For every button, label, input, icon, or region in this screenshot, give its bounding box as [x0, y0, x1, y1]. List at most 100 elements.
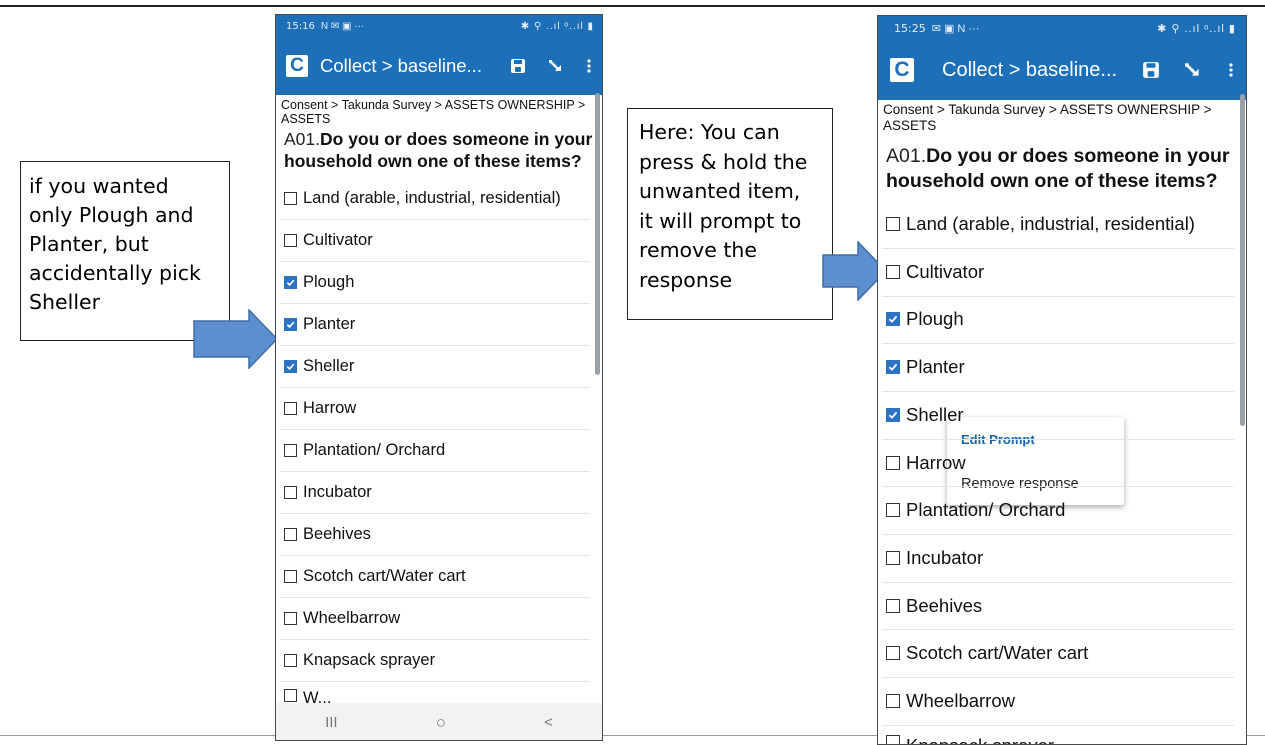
- checkbox-unchecked[interactable]: [886, 598, 900, 613]
- option-label: Planter: [303, 314, 356, 333]
- option-row[interactable]: Beehives: [886, 590, 982, 622]
- question-text: Do you or does someone in your household…: [284, 129, 593, 172]
- option-row[interactable]: Harrow: [886, 447, 966, 479]
- overflow-menu-icon[interactable]: [1228, 61, 1234, 79]
- option-row[interactable]: Sheller: [284, 351, 354, 381]
- checkbox-unchecked[interactable]: [284, 191, 297, 205]
- option-row[interactable]: Incubator: [886, 542, 983, 574]
- option-divider: [882, 677, 1234, 679]
- option-divider: [882, 438, 1234, 440]
- option-row[interactable]: Scotch cart/Water cart: [284, 561, 466, 591]
- jump-to-icon[interactable]: [548, 58, 564, 74]
- option-row[interactable]: Incubator: [284, 477, 372, 507]
- option-row[interactable]: Harrow: [284, 393, 356, 423]
- save-icon[interactable]: [510, 58, 526, 74]
- option-row[interactable]: Land (arable, industrial, residential): [886, 208, 1195, 240]
- breadcrumb: Consent > Takunda Survey > ASSETS OWNERS…: [883, 102, 1212, 133]
- checkbox-unchecked[interactable]: [284, 611, 297, 625]
- checkbox-checked[interactable]: [284, 359, 297, 373]
- checkbox-unchecked[interactable]: [886, 217, 900, 231]
- option-label: Land (arable, industrial, residential): [303, 188, 561, 207]
- jump-to-icon[interactable]: [1184, 61, 1202, 79]
- checkbox-checked[interactable]: [886, 407, 900, 422]
- option-label: Plantation/ Orchard: [906, 499, 1066, 521]
- checkbox-unchecked[interactable]: [284, 527, 297, 541]
- option-row[interactable]: Wheelbarrow: [284, 603, 400, 633]
- option-row[interactable]: Knapsack sprayer: [886, 733, 1054, 744]
- save-icon[interactable]: [1142, 61, 1160, 79]
- scrollbar[interactable]: [1240, 94, 1245, 426]
- option-row[interactable]: Cultivator: [886, 256, 984, 288]
- option-row[interactable]: Beehives: [284, 519, 371, 549]
- option-row[interactable]: Land (arable, industrial, residential): [284, 183, 561, 213]
- callout-line: press & hold the: [639, 149, 808, 174]
- checkbox-unchecked[interactable]: [886, 503, 900, 518]
- right-arrow-icon: [193, 309, 279, 369]
- remove-response-menu-item[interactable]: Remove response: [961, 476, 1079, 492]
- option-label: Harrow: [303, 398, 357, 417]
- option-label: Scotch cart/Water cart: [303, 566, 466, 585]
- signal-icons: ✱ ⚲ ..ıl ᵒ..ıl ▮: [520, 20, 594, 32]
- app-bar: C Collect > baseline...: [276, 37, 602, 95]
- callout-line: response: [639, 267, 733, 292]
- checkbox-unchecked[interactable]: [284, 233, 297, 247]
- scrollbar[interactable]: [595, 93, 600, 375]
- option-label: Wheelbarrow: [906, 690, 1015, 711]
- checkbox-unchecked[interactable]: [284, 689, 297, 702]
- checkbox-unchecked[interactable]: [886, 264, 900, 279]
- callout-line: accidentally pick: [29, 261, 201, 285]
- status-time: 15:16: [286, 20, 315, 32]
- option-label: Sheller: [906, 403, 964, 425]
- option-divider: [280, 303, 590, 304]
- option-row[interactable]: Sheller: [886, 399, 964, 431]
- option-row[interactable]: Planter: [886, 351, 965, 383]
- option-row[interactable]: Planter: [284, 309, 355, 339]
- option-row[interactable]: Plantation/ Orchard: [886, 494, 1065, 526]
- option-label: Incubator: [906, 546, 984, 568]
- checkbox-unchecked[interactable]: [886, 646, 900, 661]
- option-divider: [280, 219, 590, 220]
- callout-line: unwanted item,: [639, 179, 801, 203]
- checkbox-unchecked[interactable]: [284, 653, 297, 667]
- checkbox-checked[interactable]: [284, 317, 297, 331]
- checkbox-unchecked[interactable]: [284, 401, 297, 415]
- option-row[interactable]: Cultivator: [284, 225, 373, 255]
- notification-icons: N ✉ ▣ ···: [320, 20, 365, 32]
- breadcrumb: Consent > Takunda Survey > ASSETS OWNERS…: [281, 98, 586, 127]
- checkbox-unchecked[interactable]: [284, 485, 297, 499]
- option-divider: [280, 681, 590, 682]
- app-title: Collect > baseline...: [942, 58, 1118, 81]
- checkbox-checked[interactable]: [284, 275, 297, 289]
- option-label: Sheller: [303, 356, 355, 375]
- top-border-line: [0, 5, 1265, 7]
- checkbox-unchecked[interactable]: [886, 694, 900, 708]
- checkbox-unchecked[interactable]: [284, 569, 297, 583]
- option-label: Wheelbarrow: [303, 608, 401, 627]
- option-row[interactable]: Knapsack sprayer: [284, 645, 435, 675]
- option-label: Knapsack sprayer: [303, 650, 436, 669]
- option-row[interactable]: W...: [284, 687, 331, 705]
- recents-button[interactable]: III: [325, 714, 338, 731]
- question-label: A01.Do you or does someone in your house…: [284, 128, 594, 173]
- overflow-menu-icon[interactable]: [586, 58, 592, 74]
- home-button[interactable]: ○: [436, 713, 446, 733]
- app-bar-actions: [1142, 61, 1234, 79]
- option-label: Land (arable, industrial, residential): [906, 213, 1195, 234]
- option-row[interactable]: Plough: [284, 267, 354, 297]
- checkbox-unchecked[interactable]: [886, 550, 900, 565]
- checkbox-checked[interactable]: [886, 312, 900, 327]
- option-label: Planter: [906, 356, 965, 378]
- option-label: Cultivator: [906, 260, 985, 282]
- checkbox-unchecked[interactable]: [284, 443, 297, 457]
- checkbox-checked[interactable]: [886, 360, 900, 375]
- back-button[interactable]: <: [544, 714, 553, 731]
- option-divider: [280, 429, 590, 430]
- checkbox-unchecked[interactable]: [886, 455, 900, 470]
- option-row[interactable]: Wheelbarrow: [886, 685, 1015, 717]
- option-row[interactable]: Plantation/ Orchard: [284, 435, 445, 465]
- option-row[interactable]: Scotch cart/Water cart: [886, 637, 1088, 669]
- option-divider: [882, 629, 1234, 631]
- question-text: Do you or does someone in your household…: [886, 145, 1230, 192]
- notification-icons: ✉ ▣ N ···: [931, 22, 980, 35]
- option-row[interactable]: Plough: [886, 303, 964, 335]
